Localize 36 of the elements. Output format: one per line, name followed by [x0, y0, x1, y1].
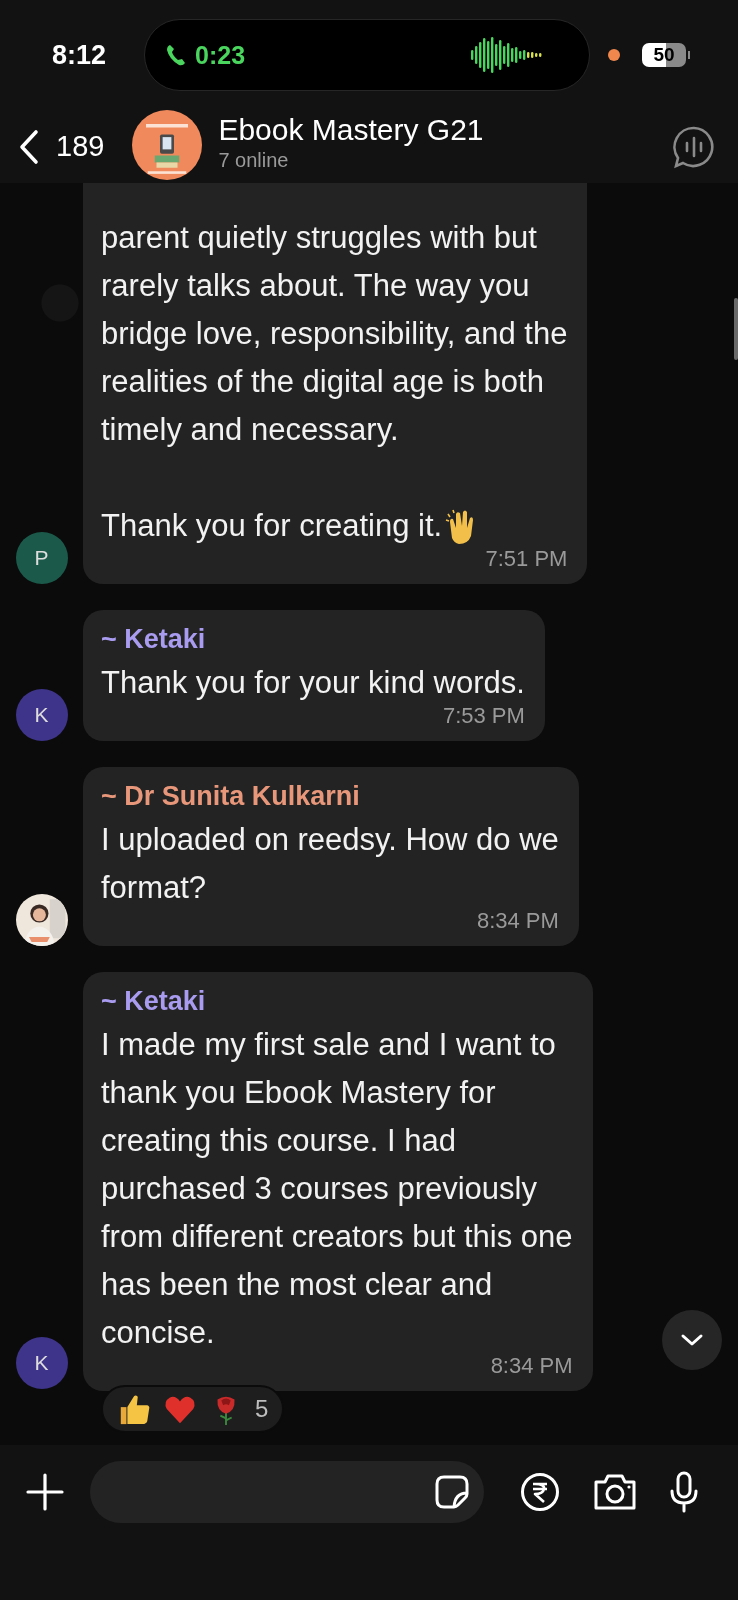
voice-chat-icon[interactable] — [672, 124, 716, 169]
sender-name[interactable]: ~ Ketaki — [101, 986, 573, 1017]
message-time: 8:34 PM — [490, 1353, 573, 1379]
sender-name[interactable]: ~ Dr Sunita Kulkarni — [101, 781, 559, 812]
avatar[interactable]: K — [15, 689, 68, 741]
camera-icon[interactable] — [592, 1473, 638, 1511]
message-text: I uploaded on reedsy. How do we format? — [101, 821, 559, 907]
message-time: 8:34 PM — [476, 908, 559, 934]
clock-time: 8:12 — [52, 39, 108, 71]
battery-percentage: 50 — [653, 44, 675, 66]
avatar[interactable]: P — [15, 532, 68, 584]
recording-dot — [608, 49, 620, 61]
message-time: 7:51 PM — [485, 546, 568, 572]
avatar[interactable]: K — [15, 1337, 68, 1389]
reactions-pill[interactable]: 5 — [101, 1385, 285, 1433]
message-text: I made my first sale and I want to thank you Ebook Mastery for creating this course. I had purchased 3 courses previously from different creators but this one has been the most clear and concise. — [101, 1026, 573, 1352]
online-count: 7 online — [218, 149, 290, 172]
sender-name[interactable]: ~ Ketaki — [101, 624, 525, 655]
waveform-icon — [471, 35, 543, 75]
plus-icon[interactable] — [25, 1472, 65, 1512]
sticker-icon[interactable] — [434, 1474, 470, 1510]
back-chevron-icon — [18, 128, 40, 165]
chat-title[interactable]: Ebook Mastery G21 — [218, 113, 672, 147]
back-button[interactable]: 189 — [18, 128, 105, 165]
message-text: Thank you for creating it. — [101, 507, 443, 545]
microphone-icon[interactable] — [668, 1471, 700, 1513]
reaction-count: 5 — [255, 1395, 269, 1423]
scroll-bar — [734, 298, 738, 360]
call-indicator-pill[interactable]: 0:23 — [144, 19, 590, 91]
message-text: Thank you for your kind words. — [101, 664, 525, 702]
call-timer: 0:23 — [195, 40, 246, 70]
message-time: 7:53 PM — [442, 703, 525, 729]
message-text: parent quietly struggles with but rarely talks about. The way you bridge love, responsibility, and the realities of the digital age is both timely and necessary. — [101, 219, 568, 449]
rupee-icon[interactable] — [520, 1472, 560, 1512]
chevron-down-icon — [680, 1333, 704, 1347]
phone-icon — [165, 43, 187, 67]
